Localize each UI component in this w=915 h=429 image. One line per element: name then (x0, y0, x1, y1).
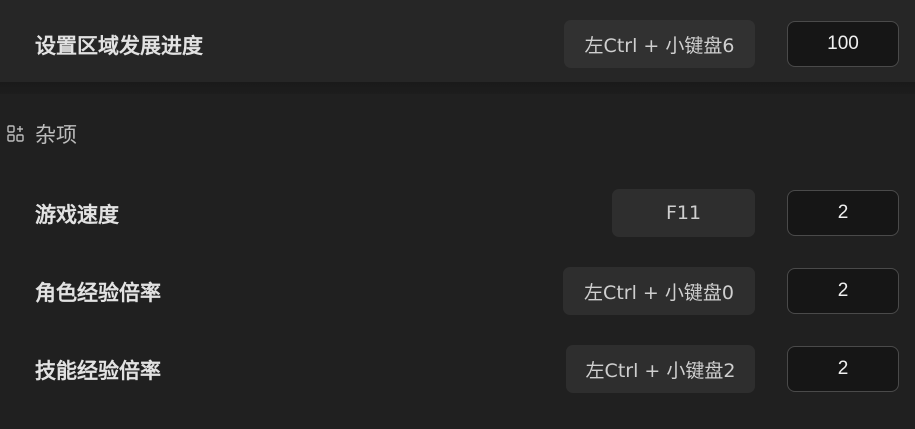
game-speed-hotkey-button[interactable]: F11 (612, 189, 755, 237)
region-progress-label: 设置区域发展进度 (35, 34, 203, 58)
region-progress-hotkey-button[interactable]: 左Ctrl + 小键盘6 (564, 20, 755, 68)
section-divider (0, 82, 915, 94)
region-progress-value-input[interactable]: 100 (787, 21, 899, 67)
skill-exp-rate-value-input[interactable]: 2 (787, 346, 899, 392)
character-exp-rate-value-input[interactable]: 2 (787, 268, 899, 314)
game-speed-label: 游戏速度 (35, 203, 119, 227)
skill-exp-rate-hotkey-button[interactable]: 左Ctrl + 小键盘2 (566, 345, 755, 393)
character-exp-rate-hotkey-button[interactable]: 左Ctrl + 小键盘0 (563, 267, 755, 315)
game-speed-value-input[interactable]: 2 (787, 190, 899, 236)
region-progress-card: 设置区域发展进度 左Ctrl + 小键盘6 100 (0, 0, 915, 82)
grid-plus-icon (7, 125, 24, 142)
character-exp-rate-label: 角色经验倍率 (35, 281, 161, 305)
skill-exp-rate-label: 技能经验倍率 (35, 359, 161, 383)
section-title-misc: 杂项 (35, 123, 77, 147)
